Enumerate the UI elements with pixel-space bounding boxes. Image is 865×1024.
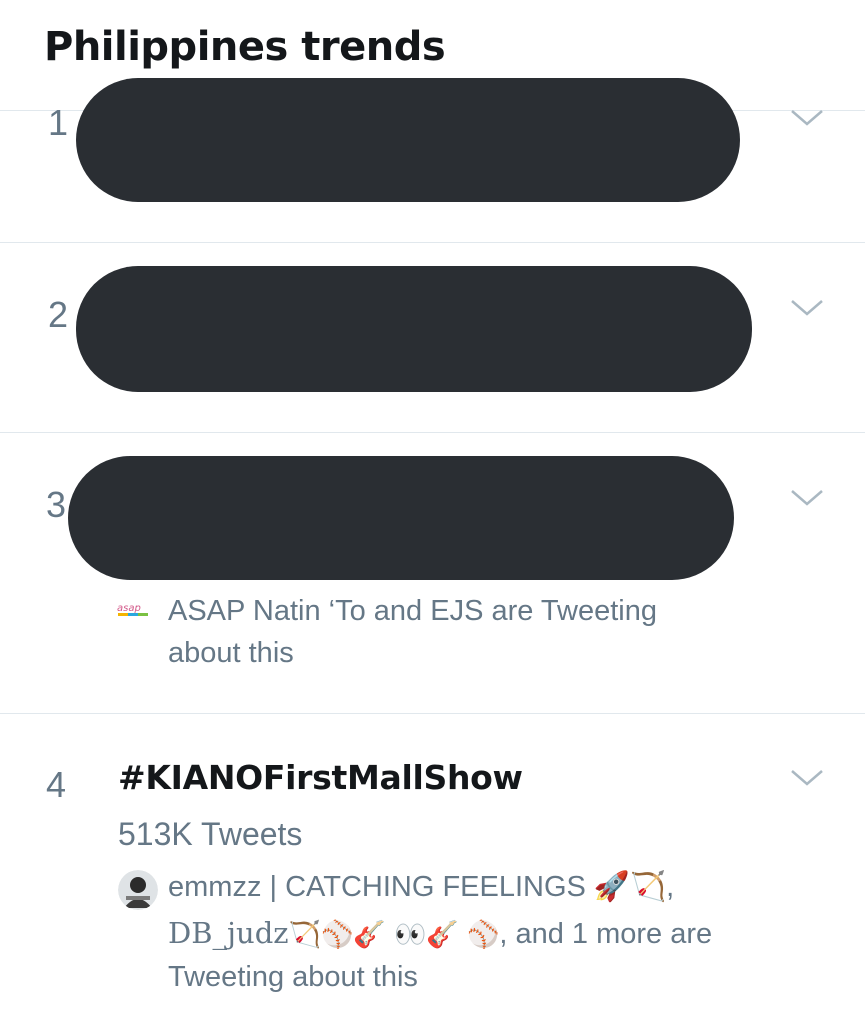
context-line-1: emmzz | CATCHING FEELINGS 🚀🏹, [168, 871, 675, 903]
svg-text:asap: asap [117, 603, 141, 614]
chevron-down-icon[interactable] [790, 768, 824, 788]
context-line-3: Tweeting about this [168, 961, 418, 993]
tweet-count: 513K Tweets [118, 816, 303, 852]
user-handle: DB_judz [168, 916, 289, 950]
social-context-continued: DB_judz🏹⚾🎸 👀🎸 ⚾, and 1 more are Tweeting… [168, 912, 858, 998]
context-line-1: ASAP Natin ‘To and EJS are Tweeting [168, 595, 657, 627]
trend-rank: 3 [46, 484, 67, 525]
chevron-down-icon[interactable] [790, 298, 824, 318]
handle-emojis: 🏹⚾🎸 👀🎸 ⚾ [288, 920, 500, 950]
context-line-2: , and 1 more are [499, 918, 713, 950]
page-title: Philippines trends [44, 24, 446, 70]
asap-logo-icon: asap [116, 600, 156, 620]
divider [0, 432, 865, 433]
divider [0, 242, 865, 243]
social-context: emmzz | CATCHING FEELINGS 🚀🏹, [168, 866, 848, 908]
social-context: ASAP Natin ‘To and EJS are Tweeting abou… [168, 590, 657, 674]
trend-rank: 4 [46, 764, 67, 805]
divider [0, 713, 865, 714]
chevron-down-icon[interactable] [790, 108, 824, 128]
redacted-trend-name [76, 78, 740, 202]
redacted-trend-name [76, 266, 752, 392]
trend-rank: 2 [48, 294, 69, 335]
context-line-2: about this [168, 637, 294, 669]
chevron-down-icon[interactable] [790, 488, 824, 508]
trend-rank: 1 [48, 102, 69, 143]
avatar [118, 870, 158, 910]
redacted-trend-name [68, 456, 734, 580]
trend-name[interactable]: #KIANOFirstMallShow [118, 758, 523, 797]
